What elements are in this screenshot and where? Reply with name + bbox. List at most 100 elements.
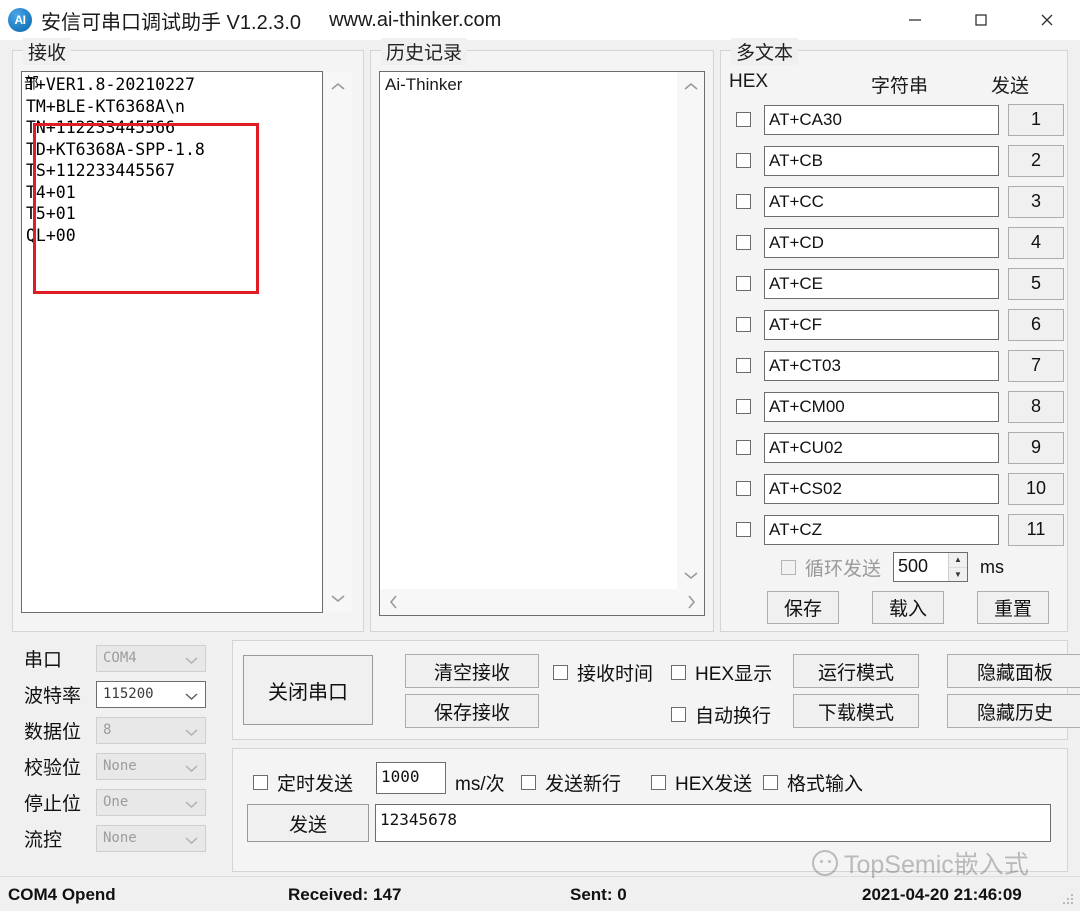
multitext-send-button[interactable]: 5 [1008,267,1064,300]
send-text-input[interactable]: 12345678 [375,804,1051,842]
clear-receive-button[interactable]: 清空接收 [405,654,539,688]
run-mode-button[interactable]: 运行模式 [793,654,919,688]
multitext-hex-checkbox[interactable] [736,399,751,414]
multitext-send-button[interactable]: 10 [1008,472,1064,505]
chevron-down-icon[interactable] [185,797,198,813]
chevron-down-icon[interactable] [185,833,198,849]
cyclic-interval-stepper[interactable]: 500 ▲ ▼ [893,552,969,582]
multitext-hex-checkbox[interactable] [736,358,751,373]
receive-panel: 接收 部 T+VER1.8-20210227 TM+BLE-KT6368A\n TN+… [12,38,364,632]
receive-time-checkbox[interactable] [553,665,568,680]
multitext-command-input[interactable]: AT+CC [764,186,999,217]
multitext-send-button[interactable]: 3 [1008,185,1064,218]
stepper-down-icon[interactable]: ▼ [949,568,967,582]
chevron-down-icon[interactable] [185,725,198,741]
receive-vertical-scrollbar[interactable] [324,72,352,612]
timed-send-checkbox[interactable] [253,775,268,790]
minimize-button[interactable] [882,0,948,40]
multitext-send-button[interactable]: 11 [1008,513,1064,546]
serial-setting-combobox[interactable]: None [96,752,206,780]
hide-panel-button[interactable]: 隐藏面板 [947,654,1080,688]
multitext-row: AT+CB 2 [721,144,1069,177]
serial-setting-combobox[interactable]: One [96,788,206,816]
history-textarea[interactable]: Ai-Thinker [379,71,705,616]
serial-setting-combobox[interactable]: 8 [96,716,206,744]
close-port-button[interactable]: 关闭串口 [243,655,373,725]
history-scroll-left-icon[interactable] [380,589,406,615]
multitext-command-input[interactable]: AT+CE [764,268,999,299]
multitext-send-button[interactable]: 7 [1008,349,1064,382]
download-mode-button[interactable]: 下载模式 [793,694,919,728]
multitext-send-button[interactable]: 2 [1008,144,1064,177]
timed-send-option[interactable]: 定时发送 [253,769,353,796]
multitext-row: AT+CS02 10 [721,472,1069,505]
history-vertical-scrollbar[interactable] [677,72,704,589]
load-button[interactable]: 载入 [872,591,944,624]
multitext-hex-checkbox[interactable] [736,317,751,332]
multitext-command-input[interactable]: AT+CA30 [764,104,999,135]
history-horizontal-scrollbar[interactable] [380,589,704,615]
multitext-command-input[interactable]: AT+CD [764,227,999,258]
maximize-button[interactable] [948,0,1014,40]
format-input-checkbox[interactable] [763,775,778,790]
multitext-command-input[interactable]: AT+CZ [764,514,999,545]
multitext-hex-checkbox[interactable] [736,481,751,496]
receive-textarea[interactable]: 部 T+VER1.8-20210227 TM+BLE-KT6368A\n TN+112… [21,71,323,613]
multitext-command-input[interactable]: AT+CB [764,145,999,176]
close-button[interactable] [1014,0,1080,40]
multitext-command-input[interactable]: AT+CM00 [764,391,999,422]
timer-interval-input[interactable]: 1000 [376,762,446,794]
multitext-send-button[interactable]: 4 [1008,226,1064,259]
hex-send-checkbox[interactable] [651,775,666,790]
multitext-hex-checkbox[interactable] [736,276,751,291]
multitext-hex-checkbox[interactable] [736,153,751,168]
auto-newline-option[interactable]: 自动换行 [671,701,771,728]
format-input-option[interactable]: 格式输入 [763,769,863,796]
save-receive-button[interactable]: 保存接收 [405,694,539,728]
multitext-hex-checkbox[interactable] [736,522,751,537]
multitext-send-button[interactable]: 1 [1008,103,1064,136]
multitext-command-input[interactable]: AT+CT03 [764,350,999,381]
history-scroll-right-icon[interactable] [678,589,704,615]
serial-setting-combobox[interactable]: COM4 [96,644,206,672]
status-sent: Sent: 0 [570,885,627,904]
history-scroll-down-icon[interactable] [677,561,704,589]
chevron-down-icon[interactable] [185,761,198,777]
stepper-arrows[interactable]: ▲ ▼ [948,553,968,582]
multitext-hex-checkbox[interactable] [736,194,751,209]
hide-history-button[interactable]: 隐藏历史 [947,694,1080,728]
receive-time-option[interactable]: 接收时间 [553,659,653,686]
multitext-send-button[interactable]: 6 [1008,308,1064,341]
send-button[interactable]: 发送 [247,804,369,842]
hex-display-checkbox[interactable] [671,665,686,680]
app-window: AI 安信可串口调试助手 V1.2.3.0 www.ai-thinker.com… [0,0,1080,911]
scroll-up-icon[interactable] [324,72,352,100]
stepper-up-icon[interactable]: ▲ [949,553,968,568]
serial-setting-label: 停止位 [24,793,82,815]
chevron-down-icon[interactable] [185,653,198,669]
chevron-down-icon[interactable] [185,689,198,705]
serial-setting-label: 流控 [24,829,63,851]
cyclic-send-checkbox[interactable] [781,559,796,575]
multitext-hex-checkbox[interactable] [736,235,751,250]
multitext-send-button[interactable]: 9 [1008,431,1064,464]
history-scroll-up-icon[interactable] [677,72,704,100]
hex-send-option[interactable]: HEX发送 [651,769,752,796]
multitext-command-input[interactable]: AT+CU02 [764,432,999,463]
serial-setting-value: 8 [103,721,112,738]
resize-grip-icon[interactable] [1061,892,1075,906]
send-newline-checkbox[interactable] [521,775,536,790]
multitext-command-input[interactable]: AT+CS02 [764,473,999,504]
multitext-hex-checkbox[interactable] [736,440,751,455]
reset-button[interactable]: 重置 [977,591,1049,624]
hex-display-option[interactable]: HEX显示 [671,659,772,686]
multitext-send-button[interactable]: 8 [1008,390,1064,423]
save-button[interactable]: 保存 [767,591,839,624]
serial-setting-combobox[interactable]: None [96,824,206,852]
multitext-hex-checkbox[interactable] [736,112,751,127]
multitext-command-input[interactable]: AT+CF [764,309,999,340]
scroll-down-icon[interactable] [324,584,352,612]
send-newline-option[interactable]: 发送新行 [521,769,621,796]
serial-setting-combobox[interactable]: 115200 [96,680,206,708]
auto-newline-checkbox[interactable] [671,707,686,722]
